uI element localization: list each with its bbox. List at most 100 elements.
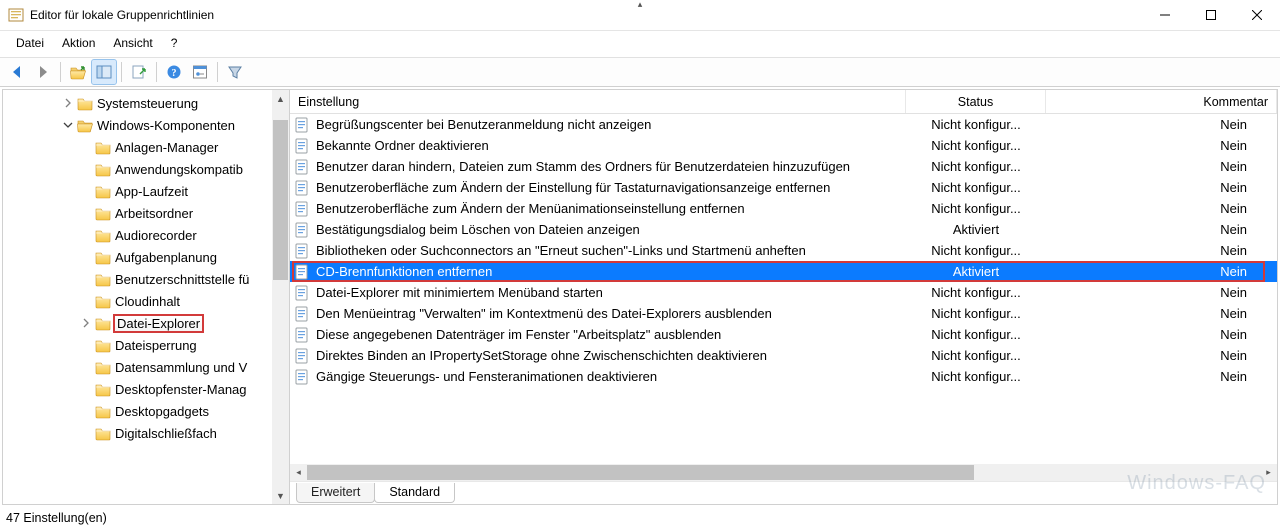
help-icon[interactable]: ? [162,60,186,84]
chevron-down-icon[interactable] [63,120,77,130]
tree-node-label: Anlagen-Manager [115,140,218,155]
filter-icon[interactable] [223,60,247,84]
tree-node[interactable]: Arbeitsordner [9,202,289,224]
menu-help[interactable]: ? [163,35,186,52]
list-row[interactable]: CD-Brennfunktionen entfernenAktiviertNei… [290,261,1277,282]
scrollbar-thumb[interactable] [273,120,288,280]
column-status[interactable]: Status [906,90,1046,113]
maximize-button[interactable] [1188,0,1234,30]
scroll-left-icon[interactable]: ◂ [290,464,307,481]
tree-node[interactable]: Cloudinhalt [9,290,289,312]
tree-node[interactable]: Datensammlung und V [9,356,289,378]
row-setting-label: Bestätigungsdialog beim Löschen von Date… [316,222,906,237]
scroll-up-icon[interactable]: ▲ [272,90,289,107]
list-row[interactable]: Direktes Binden an IPropertySetStorage o… [290,345,1277,366]
row-status: Aktiviert [906,222,1050,237]
tree-node[interactable]: Datei-Explorer [9,312,289,334]
menu-view[interactable]: Ansicht [105,35,160,52]
row-status: Nicht konfigur... [906,180,1050,195]
list-row[interactable]: Benutzeroberfläche zum Ändern der Menüan… [290,198,1277,219]
list-row[interactable]: Gängige Steuerungs- und Fensteranimation… [290,366,1277,387]
list-row[interactable]: Den Menüeintrag "Verwalten" im Kontextme… [290,303,1277,324]
row-setting-label: Den Menüeintrag "Verwalten" im Kontextme… [316,306,906,321]
folder-icon [95,205,111,221]
tree-node[interactable]: App-Laufzeit [9,180,289,202]
list-row[interactable]: Bekannte Ordner deaktivierenNicht konfig… [290,135,1277,156]
column-comment[interactable]: Kommentar [1046,90,1277,113]
tree-pane: Systemsteuerung Windows-Komponenten Anlage… [3,90,290,504]
folder-icon [77,117,93,133]
tree-node-label: Aufgabenplanung [115,250,217,265]
row-comment: Nein [1050,348,1277,363]
column-setting[interactable]: ▴ Einstellung [290,90,906,113]
tree-node[interactable]: Windows-Komponenten [9,114,289,136]
list-row[interactable]: Benutzeroberfläche zum Ändern der Einste… [290,177,1277,198]
up-one-level-icon[interactable] [66,60,90,84]
folder-icon [95,183,111,199]
tree-node[interactable]: Desktopfenster-Manag [9,378,289,400]
tree-node[interactable]: Digitalschließfach [9,422,289,444]
folder-icon [95,359,111,375]
row-setting-label: Datei-Explorer mit minimiertem Menüband … [316,285,906,300]
properties-icon[interactable] [188,60,212,84]
tree-node[interactable]: Dateisperrung [9,334,289,356]
tree-node[interactable]: Audiorecorder [9,224,289,246]
forward-button[interactable] [31,60,55,84]
tree-node-label: Datei-Explorer [115,316,202,331]
list-body[interactable]: Begrüßungscenter bei Benutzeranmeldung n… [290,114,1277,464]
chevron-right-icon[interactable] [63,98,77,108]
policy-setting-icon [294,264,310,280]
tree-node[interactable]: Aufgabenplanung [9,246,289,268]
tree[interactable]: Systemsteuerung Windows-Komponenten Anlage… [3,90,289,504]
close-button[interactable] [1234,0,1280,30]
folder-icon [95,337,111,353]
back-button[interactable] [5,60,29,84]
tree-node[interactable]: Desktopgadgets [9,400,289,422]
tree-node[interactable]: Systemsteuerung [9,92,289,114]
show-hide-tree-icon[interactable] [92,60,116,84]
policy-setting-icon [294,138,310,154]
list-row[interactable]: Begrüßungscenter bei Benutzeranmeldung n… [290,114,1277,135]
list-row[interactable]: Bestätigungsdialog beim Löschen von Date… [290,219,1277,240]
row-setting-label: CD-Brennfunktionen entfernen [316,264,906,279]
row-status: Nicht konfigur... [906,327,1050,342]
hscroll-thumb[interactable] [307,465,974,480]
row-setting-label: Benutzeroberfläche zum Ändern der Menüan… [316,201,906,216]
menu-file[interactable]: Datei [8,35,52,52]
folder-icon [95,271,111,287]
tree-node[interactable]: Benutzerschnittstelle fü [9,268,289,290]
list-row[interactable]: Diese angegebenen Datenträger im Fenster… [290,324,1277,345]
list-header: ▴ Einstellung Status Kommentar [290,90,1277,114]
row-comment: Nein [1050,117,1277,132]
folder-icon [95,249,111,265]
list-hscrollbar[interactable]: ◂ ▸ [290,464,1277,481]
row-status: Nicht konfigur... [906,201,1050,216]
scroll-right-icon[interactable]: ▸ [1260,464,1277,481]
tree-scrollbar[interactable]: ▲ ▼ [272,90,289,504]
minimize-button[interactable] [1142,0,1188,30]
folder-icon [95,161,111,177]
scroll-down-icon[interactable]: ▼ [272,487,289,504]
tree-node-label: Dateisperrung [115,338,197,353]
menu-action[interactable]: Aktion [54,35,103,52]
row-setting-label: Bekannte Ordner deaktivieren [316,138,906,153]
list-row[interactable]: Benutzer daran hindern, Dateien zum Stam… [290,156,1277,177]
tab-standard[interactable]: Standard [374,483,455,503]
row-comment: Nein [1050,243,1277,258]
row-comment: Nein [1050,369,1277,384]
tree-node[interactable]: Anlagen-Manager [9,136,289,158]
chevron-right-icon[interactable] [81,318,95,328]
tree-node[interactable]: Anwendungskompatib [9,158,289,180]
row-comment: Nein [1050,159,1277,174]
row-comment: Nein [1050,222,1277,237]
export-list-icon[interactable] [127,60,151,84]
row-status: Nicht konfigur... [906,306,1050,321]
list-row[interactable]: Datei-Explorer mit minimiertem Menüband … [290,282,1277,303]
folder-icon [95,139,111,155]
tree-node-label: Cloudinhalt [115,294,180,309]
tree-node-label: Systemsteuerung [97,96,198,111]
row-setting-label: Gängige Steuerungs- und Fensteranimation… [316,369,906,384]
policy-setting-icon [294,180,310,196]
list-row[interactable]: Bibliotheken oder Suchconnectors an "Ern… [290,240,1277,261]
tab-extended[interactable]: Erweitert [296,483,375,503]
